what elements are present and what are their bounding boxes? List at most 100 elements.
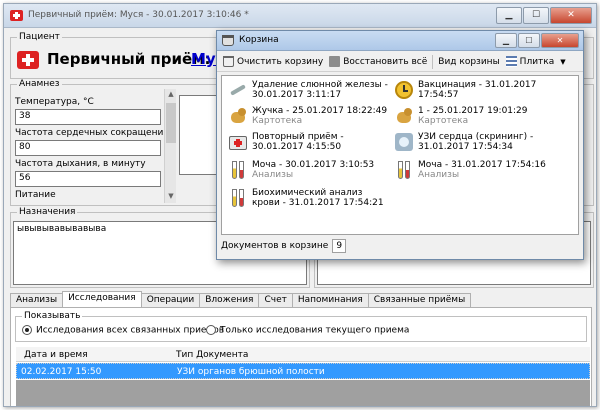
- tab-attachments[interactable]: Вложения: [199, 293, 260, 308]
- basket-item-title: Моча - 31.01.2017 17:54:16: [418, 160, 546, 170]
- basket-title-bar[interactable]: Корзина ▁ ☐ ✕: [217, 31, 583, 51]
- maximize-button[interactable]: ☐: [523, 7, 549, 24]
- basket-item[interactable]: УЗИ сердца (скрининг) - 31.01.2017 17:54…: [394, 132, 574, 152]
- tab-invoice[interactable]: Счет: [258, 293, 293, 308]
- basket-item-title: Моча - 30.01.2017 3:10:53: [252, 160, 375, 170]
- basket-view-label: Вид корзины: [438, 56, 500, 67]
- column-datetime[interactable]: Дата и время: [24, 350, 88, 360]
- test-tube-icon: [228, 188, 248, 208]
- tile-view-label: Плитка: [519, 56, 555, 67]
- basket-close-button[interactable]: ✕: [541, 33, 579, 48]
- minimize-button[interactable]: ▁: [496, 7, 522, 24]
- row-datetime: 02.02.2017 15:50: [21, 367, 102, 377]
- radio-all-visits[interactable]: Исследования всех связанных приемов: [22, 325, 224, 336]
- tile-view-icon: [505, 56, 517, 67]
- dog-icon: [228, 106, 248, 126]
- show-filter-group: Показывать Исследования всех связанных п…: [15, 311, 587, 342]
- scroll-thumb[interactable]: [166, 103, 176, 143]
- anamnesis-group-label: Анамнез: [17, 79, 62, 89]
- anamnesis-scrollbar[interactable]: ▲ ▼: [164, 89, 176, 203]
- basket-item-category: Анализы: [418, 170, 460, 180]
- basket-title: Корзина: [239, 35, 279, 45]
- basket-item[interactable]: Жучка - 25.01.2017 18:22:49 Картотека: [228, 106, 388, 126]
- temperature-field[interactable]: 38: [15, 109, 161, 125]
- column-doc-type[interactable]: Тип Документа: [176, 350, 248, 360]
- show-label: Показывать: [22, 311, 83, 321]
- restore-icon: [329, 56, 341, 67]
- scroll-down-icon[interactable]: ▼: [166, 192, 176, 202]
- basket-maximize-button[interactable]: ☐: [518, 33, 540, 48]
- basket-item[interactable]: Биохимический анализ крови - 31.01.2017 …: [228, 188, 388, 208]
- basket-item-category: Картотека: [418, 116, 469, 126]
- respiration-field[interactable]: 56: [15, 171, 161, 187]
- heart-rate-field[interactable]: 80: [15, 140, 161, 156]
- tab-reminders[interactable]: Напоминания: [291, 293, 369, 308]
- patient-group-label: Пациент: [17, 32, 62, 42]
- restore-all-button[interactable]: Восстановить всё: [326, 53, 430, 71]
- basket-item[interactable]: 1 - 25.01.2017 19:01:29 Картотека: [394, 106, 574, 126]
- basket-item[interactable]: Моча - 31.01.2017 17:54:16 Анализы: [394, 160, 574, 180]
- basket-item-title: Вакцинация - 31.01.2017 17:54:57: [418, 80, 537, 100]
- anamnesis-notes[interactable]: [179, 95, 219, 175]
- basket-dialog: Корзина ▁ ☐ ✕ Очистить корзину Восстанов…: [216, 30, 584, 260]
- temperature-label: Температура, °С: [15, 97, 94, 107]
- basket-item[interactable]: Повторный приём - 30.01.2017 4:15:50: [228, 132, 388, 152]
- basket-item-title: Повторный приём - 30.01.2017 4:15:50: [252, 132, 344, 152]
- research-table-header: Дата и время Тип Документа: [16, 347, 590, 362]
- title-bar[interactable]: Первичный приём: Муся - 30.01.2017 3:10:…: [4, 4, 596, 28]
- basket-item-title: 1 - 25.01.2017 19:01:29: [418, 106, 528, 116]
- basket-item[interactable]: Удаление слюнной железы - 30.01.2017 3:1…: [228, 80, 388, 100]
- radio-selected-icon[interactable]: [22, 325, 32, 335]
- basket-item-title: Удаление слюнной железы - 30.01.2017 3:1…: [252, 80, 388, 100]
- tile-view-dropdown[interactable]: Плитка ▼: [503, 53, 569, 71]
- tab-strip: Анализы Исследования Операции Вложения С…: [10, 291, 472, 308]
- heart-rate-label: Частота сердечных сокращений: [15, 128, 170, 138]
- basket-toolbar: Очистить корзину Восстановить всё Вид ко…: [217, 52, 583, 72]
- test-tube-icon: [394, 160, 414, 180]
- table-empty-area: [16, 380, 590, 406]
- clear-basket-button[interactable]: Очистить корзину: [220, 53, 326, 71]
- basket-icon: [222, 35, 234, 46]
- close-button[interactable]: ✕: [550, 7, 592, 24]
- chevron-down-icon: ▼: [560, 57, 566, 66]
- tab-analyses[interactable]: Анализы: [10, 293, 64, 308]
- clear-basket-label: Очистить корзину: [237, 56, 324, 67]
- nutrition-label: Питание: [15, 190, 56, 200]
- radio-all-label: Исследования всех связанных приемов: [36, 325, 225, 336]
- basket-minimize-button[interactable]: ▁: [495, 33, 517, 48]
- test-tube-icon: [228, 160, 248, 180]
- clear-basket-icon: [223, 56, 234, 67]
- basket-item[interactable]: Моча - 30.01.2017 3:10:53 Анализы: [228, 160, 388, 180]
- radio-current-visit[interactable]: Только исследования текущего приема: [206, 325, 409, 336]
- basket-count-label: Документов в корзине: [221, 241, 329, 251]
- basket-item-category: Картотека: [252, 116, 303, 126]
- row-doc-type: УЗИ органов брюшной полости: [177, 367, 325, 377]
- basket-item-category: Анализы: [252, 170, 294, 180]
- clock-icon: [394, 80, 414, 100]
- dog-icon: [394, 106, 414, 126]
- basket-item-title: Жучка - 25.01.2017 18:22:49: [252, 106, 388, 116]
- radio-current-label: Только исследования текущего приема: [220, 325, 410, 336]
- scroll-up-icon[interactable]: ▲: [166, 90, 176, 100]
- toolbar-separator: [432, 54, 434, 69]
- basket-count: 9: [332, 239, 347, 253]
- table-row[interactable]: 02.02.2017 15:50 УЗИ органов брюшной пол…: [16, 363, 590, 379]
- window-title: Первичный приём: Муся - 30.01.2017 3:10:…: [28, 10, 249, 20]
- basket-item-list: Удаление слюнной железы - 30.01.2017 3:1…: [221, 75, 579, 235]
- restore-all-label: Восстановить всё: [343, 56, 428, 67]
- medkit-icon: [228, 132, 248, 152]
- prescriptions-group-label: Назначения: [17, 207, 78, 217]
- visit-heading: Первичный приём:: [47, 50, 211, 68]
- respiration-label: Частота дыхания, в минуту: [15, 159, 146, 169]
- scalpel-icon: [228, 80, 248, 100]
- basket-item-title: Биохимический анализ крови - 31.01.2017 …: [252, 188, 384, 208]
- basket-item-title: УЗИ сердца (скрининг) - 31.01.2017 17:54…: [418, 132, 534, 152]
- ultrasound-icon: [394, 132, 414, 152]
- tab-research[interactable]: Исследования: [62, 291, 142, 308]
- basket-item[interactable]: Вакцинация - 31.01.2017 17:54:57: [394, 80, 574, 100]
- medkit-icon: [10, 10, 23, 21]
- tab-operations[interactable]: Операции: [140, 293, 201, 308]
- tab-linked-visits[interactable]: Связанные приёмы: [367, 293, 472, 308]
- medkit-icon: [17, 51, 39, 69]
- radio-unselected-icon[interactable]: [206, 325, 216, 335]
